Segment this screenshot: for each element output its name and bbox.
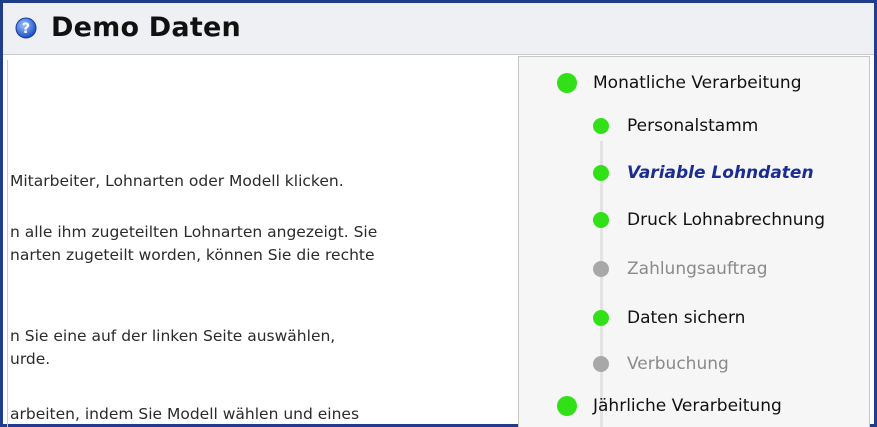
- workflow-item-variable-lohndaten[interactable]: Variable Lohndaten: [593, 160, 814, 186]
- workflow-item-monatliche-verarbeitung[interactable]: Monatliche Verarbeitung: [557, 70, 802, 96]
- workflow-item-label: Verbuchung: [627, 354, 729, 374]
- workflow-panel: Monatliche Verarbeitung Personalstamm Va…: [518, 56, 870, 427]
- description-line: narten zugeteilt worden, können Sie die …: [10, 246, 375, 264]
- workflow-item-druck-lohnabrechnung[interactable]: Druck Lohnabrechnung: [593, 207, 825, 233]
- workflow-item-label: Personalstamm: [627, 116, 759, 136]
- status-dot-icon: [593, 310, 609, 326]
- description-line: n alle ihm zugeteilten Lohnarten angezei…: [10, 223, 378, 241]
- status-dot-icon: [557, 73, 577, 93]
- status-dot-icon: [593, 356, 609, 372]
- status-dot-icon: [557, 396, 577, 416]
- page-title: Demo Daten: [51, 12, 241, 43]
- workflow-item-zahlungsauftrag[interactable]: Zahlungsauftrag: [593, 256, 768, 282]
- workflow-item-label: Daten sichern: [627, 308, 746, 328]
- status-dot-icon: [593, 212, 609, 228]
- workflow-item-label: Jährliche Verarbeitung: [593, 396, 782, 416]
- status-dot-icon: [593, 165, 609, 181]
- workflow-item-label: Druck Lohnabrechnung: [627, 210, 826, 230]
- help-circle-icon[interactable]: ?: [15, 17, 37, 39]
- workflow-item-label: Zahlungsauftrag: [627, 259, 768, 279]
- description-line: Mitarbeiter, Lohnarten oder Modell klick…: [10, 172, 344, 190]
- description-line: arbeiten, indem Sie Modell wählen und ei…: [10, 405, 360, 423]
- status-dot-icon: [593, 261, 609, 277]
- workflow-item-personalstamm[interactable]: Personalstamm: [593, 113, 758, 139]
- svg-text:?: ?: [22, 21, 30, 37]
- description-line: n Sie eine auf der linken Seite auswähle…: [10, 327, 336, 345]
- title-bar: ? Demo Daten: [3, 3, 874, 55]
- workflow-item-label: Monatliche Verarbeitung: [593, 73, 802, 93]
- workflow-item-verbuchung[interactable]: Verbuchung: [593, 351, 729, 377]
- workflow-item-daten-sichern[interactable]: Daten sichern: [593, 305, 745, 331]
- left-panel-border: [7, 60, 8, 427]
- workflow-item-jaehrliche-verarbeitung[interactable]: Jährliche Verarbeitung: [557, 393, 782, 419]
- description-line: urde.: [10, 350, 51, 368]
- workflow-item-label: Variable Lohndaten: [627, 163, 814, 183]
- status-dot-icon: [593, 118, 609, 134]
